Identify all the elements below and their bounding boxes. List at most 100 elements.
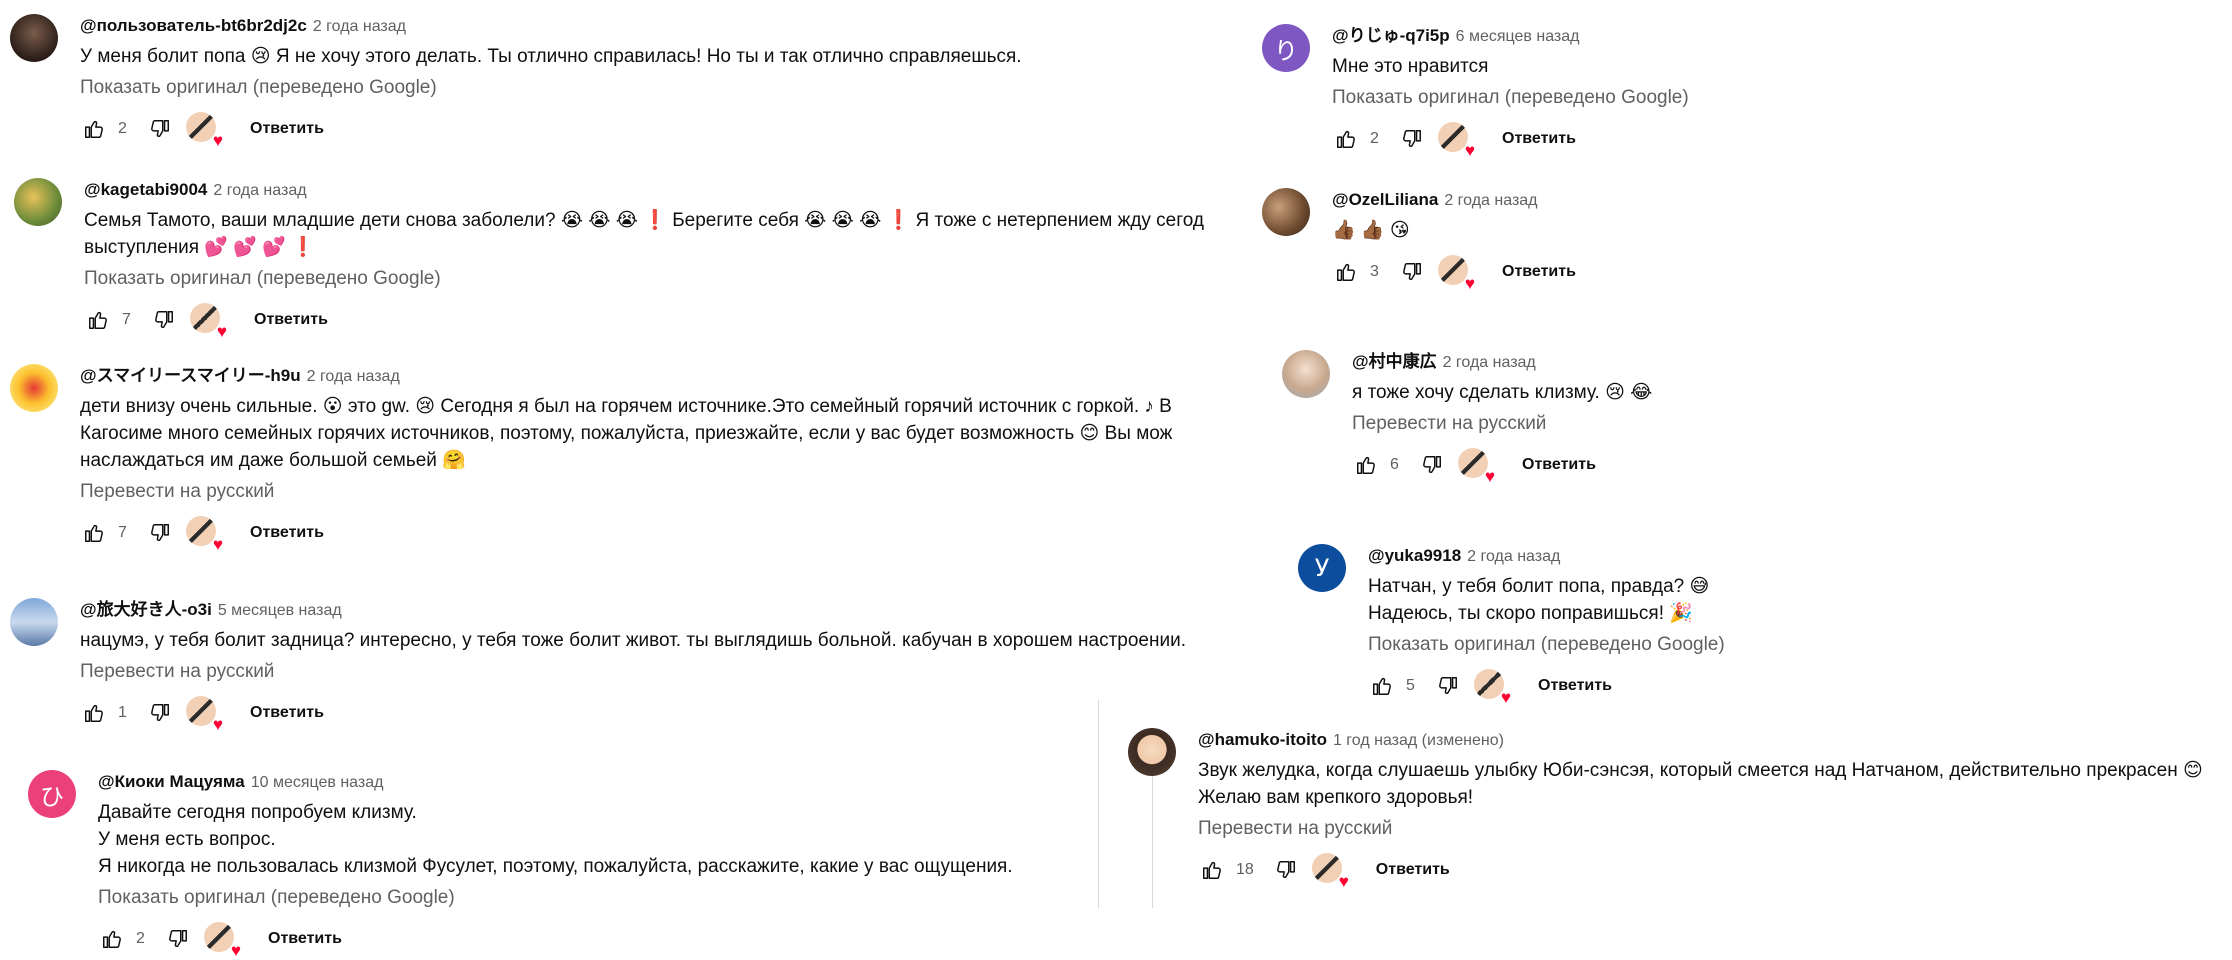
comment-time[interactable]: 2 года назад — [307, 368, 400, 385]
comment-text-line: У меня есть вопрос. — [98, 829, 276, 850]
reply-button[interactable]: Ответить — [1502, 263, 1576, 281]
reply-button[interactable]: Ответить — [1538, 677, 1612, 695]
thumb-up-icon[interactable] — [98, 925, 126, 953]
comment-time[interactable]: 2 года назад — [1444, 192, 1537, 209]
thumb-down-icon[interactable] — [1398, 258, 1426, 286]
reply-button[interactable]: Ответить — [268, 930, 342, 948]
translate-link[interactable]: Показать оригинал (переведено Google) — [1368, 631, 1725, 658]
avatar[interactable] — [10, 14, 58, 62]
translate-link[interactable]: Перевести на русский — [1198, 815, 2228, 842]
comment-actions: 3 ♥ Ответить — [1332, 252, 1576, 292]
comment-time[interactable]: 10 месяцев назад — [251, 774, 384, 791]
comment-text-line: наслаждаться им даже большой семьей 🤗 — [80, 450, 466, 471]
thumb-up-icon[interactable] — [80, 519, 108, 547]
comment-time[interactable]: 2 года назад — [1443, 354, 1536, 371]
thumb-up-icon[interactable] — [1198, 856, 1226, 884]
comment-body: @OzelLiliana 2 года назад 👍🏾 👍🏾 😘 3 ♥ Отв… — [1332, 188, 1576, 292]
creator-heart-icon: ♥ — [204, 922, 241, 959]
reply-button[interactable]: Ответить — [1522, 456, 1596, 474]
avatar[interactable] — [1282, 350, 1330, 398]
comment-text-line: Кагосиме много семейных горячих источник… — [80, 423, 1173, 444]
comment-text: 👍🏾 👍🏾 😘 — [1332, 217, 1576, 244]
reply-button[interactable]: Ответить — [1502, 130, 1576, 148]
comment-time[interactable]: 1 год назад (изменено) — [1333, 732, 1504, 749]
comment-body: @スマイリースマイリー-h9u 2 года назад дети внизу о… — [80, 364, 1190, 553]
comment-header: @пользователь-bt6br2dj2c 2 года назад — [80, 14, 1022, 39]
thumb-up-icon[interactable] — [80, 115, 108, 143]
comment-author[interactable]: @りじゅ-q7i5p — [1332, 26, 1450, 45]
thumb-up-icon[interactable] — [1352, 451, 1380, 479]
comment-text: Звук желудка, когда слушаешь улыбку Юби-… — [1198, 757, 2228, 811]
avatar[interactable] — [10, 598, 58, 646]
thumb-down-icon[interactable] — [150, 306, 178, 334]
thumb-up-icon[interactable] — [80, 699, 108, 727]
comment-time[interactable]: 5 месяцев назад — [218, 602, 342, 619]
translate-link[interactable]: Показать оригинал (переведено Google) — [84, 265, 1204, 292]
avatar[interactable] — [1262, 188, 1310, 236]
thumb-down-icon[interactable] — [1434, 672, 1462, 700]
thumb-down-icon[interactable] — [1398, 125, 1426, 153]
like-count: 3 — [1370, 263, 1379, 280]
comment-author[interactable]: @yuka9918 — [1368, 546, 1461, 565]
comment-time[interactable]: 2 года назад — [313, 18, 406, 35]
comment-actions: 2 ♥ Ответить — [1332, 119, 1689, 159]
avatar[interactable] — [10, 364, 58, 412]
comment-author[interactable]: @kagetabi9004 — [84, 180, 207, 199]
thumb-up-icon[interactable] — [1332, 125, 1360, 153]
creator-heart-icon: ♥ — [186, 112, 223, 149]
avatar[interactable]: り — [1262, 24, 1310, 72]
like-count: 6 — [1390, 456, 1399, 473]
thumb-up-icon[interactable] — [1332, 258, 1360, 286]
reply-button[interactable]: Ответить — [250, 120, 324, 138]
comment-author[interactable]: @スマイリースマイリー-h9u — [80, 366, 301, 385]
comment-author[interactable]: @OzelLiliana — [1332, 190, 1438, 209]
comment-author[interactable]: @hamuko-itoito — [1198, 730, 1327, 749]
like-count: 7 — [122, 311, 131, 328]
translate-link[interactable]: Перевести на русский — [1352, 410, 1652, 437]
thumb-down-icon[interactable] — [146, 115, 174, 143]
comment-header: @OzelLiliana 2 года назад — [1332, 188, 1576, 213]
comment-time[interactable]: 2 года назад — [213, 182, 306, 199]
comment-text-line: Натчан, у тебя болит попа, правда? 😅 — [1368, 576, 1710, 597]
translate-link[interactable]: Показать оригинал (переведено Google) — [1332, 84, 1689, 111]
thumb-up-icon[interactable] — [1368, 672, 1396, 700]
comment-header: @yuka9918 2 года назад — [1368, 544, 1725, 569]
comment-author[interactable]: @пользователь-bt6br2dj2c — [80, 16, 307, 35]
comment-time[interactable]: 6 месяцев назад — [1456, 28, 1580, 45]
thumb-down-icon[interactable] — [1272, 856, 1300, 884]
thumb-down-icon[interactable] — [146, 519, 174, 547]
comment-author[interactable]: @村中康広 — [1352, 352, 1437, 371]
comment-body: @村中康広 2 года назад я тоже хочу сделать кл… — [1352, 350, 1652, 485]
thumb-up-icon[interactable] — [84, 306, 112, 334]
reply-button[interactable]: Ответить — [254, 311, 328, 329]
avatar[interactable] — [1128, 728, 1176, 776]
comment-author[interactable]: @Киоки Мацуяма — [98, 772, 245, 791]
like-count: 18 — [1236, 861, 1254, 878]
comment-text: У меня болит попа 😢 Я не хочу этого дела… — [80, 43, 1022, 70]
reply-button[interactable]: Ответить — [1376, 861, 1450, 879]
creator-heart-icon: ♥ — [186, 696, 223, 733]
reply-button[interactable]: Ответить — [250, 524, 324, 542]
avatar[interactable] — [14, 178, 62, 226]
comment-author[interactable]: @旅大好き人-o3i — [80, 600, 212, 619]
comment-body: @kagetabi9004 2 года назад Семья Тамото, … — [84, 178, 1204, 340]
thumb-down-icon[interactable] — [1418, 451, 1446, 479]
comment-text: Мне это нравится — [1332, 53, 1689, 80]
thread-divider — [1098, 700, 1099, 908]
translate-link[interactable]: Показать оригинал (переведено Google) — [98, 884, 1013, 911]
comment-header: @村中康広 2 года назад — [1352, 350, 1652, 375]
avatar-letter: ひ — [40, 782, 64, 811]
thumb-down-icon[interactable] — [146, 699, 174, 727]
comment-text: Семья Тамото, ваши младшие дети снова за… — [84, 207, 1204, 261]
comment-actions: 18 ♥ Ответить — [1198, 850, 2228, 890]
translate-link[interactable]: Перевести на русский — [80, 658, 1200, 685]
avatar[interactable]: ひ — [28, 770, 76, 818]
avatar[interactable]: У — [1298, 544, 1346, 592]
thumb-down-icon[interactable] — [164, 925, 192, 953]
translate-link[interactable]: Перевести на русский — [80, 478, 1190, 505]
translate-link[interactable]: Показать оригинал (переведено Google) — [80, 74, 1022, 101]
like-count: 2 — [136, 930, 145, 947]
comment-time[interactable]: 2 года назад — [1467, 548, 1560, 565]
comment-text-line: дети внизу очень сильные. 😮 это gw. 😢 Се… — [80, 396, 1172, 417]
reply-button[interactable]: Ответить — [250, 704, 324, 722]
